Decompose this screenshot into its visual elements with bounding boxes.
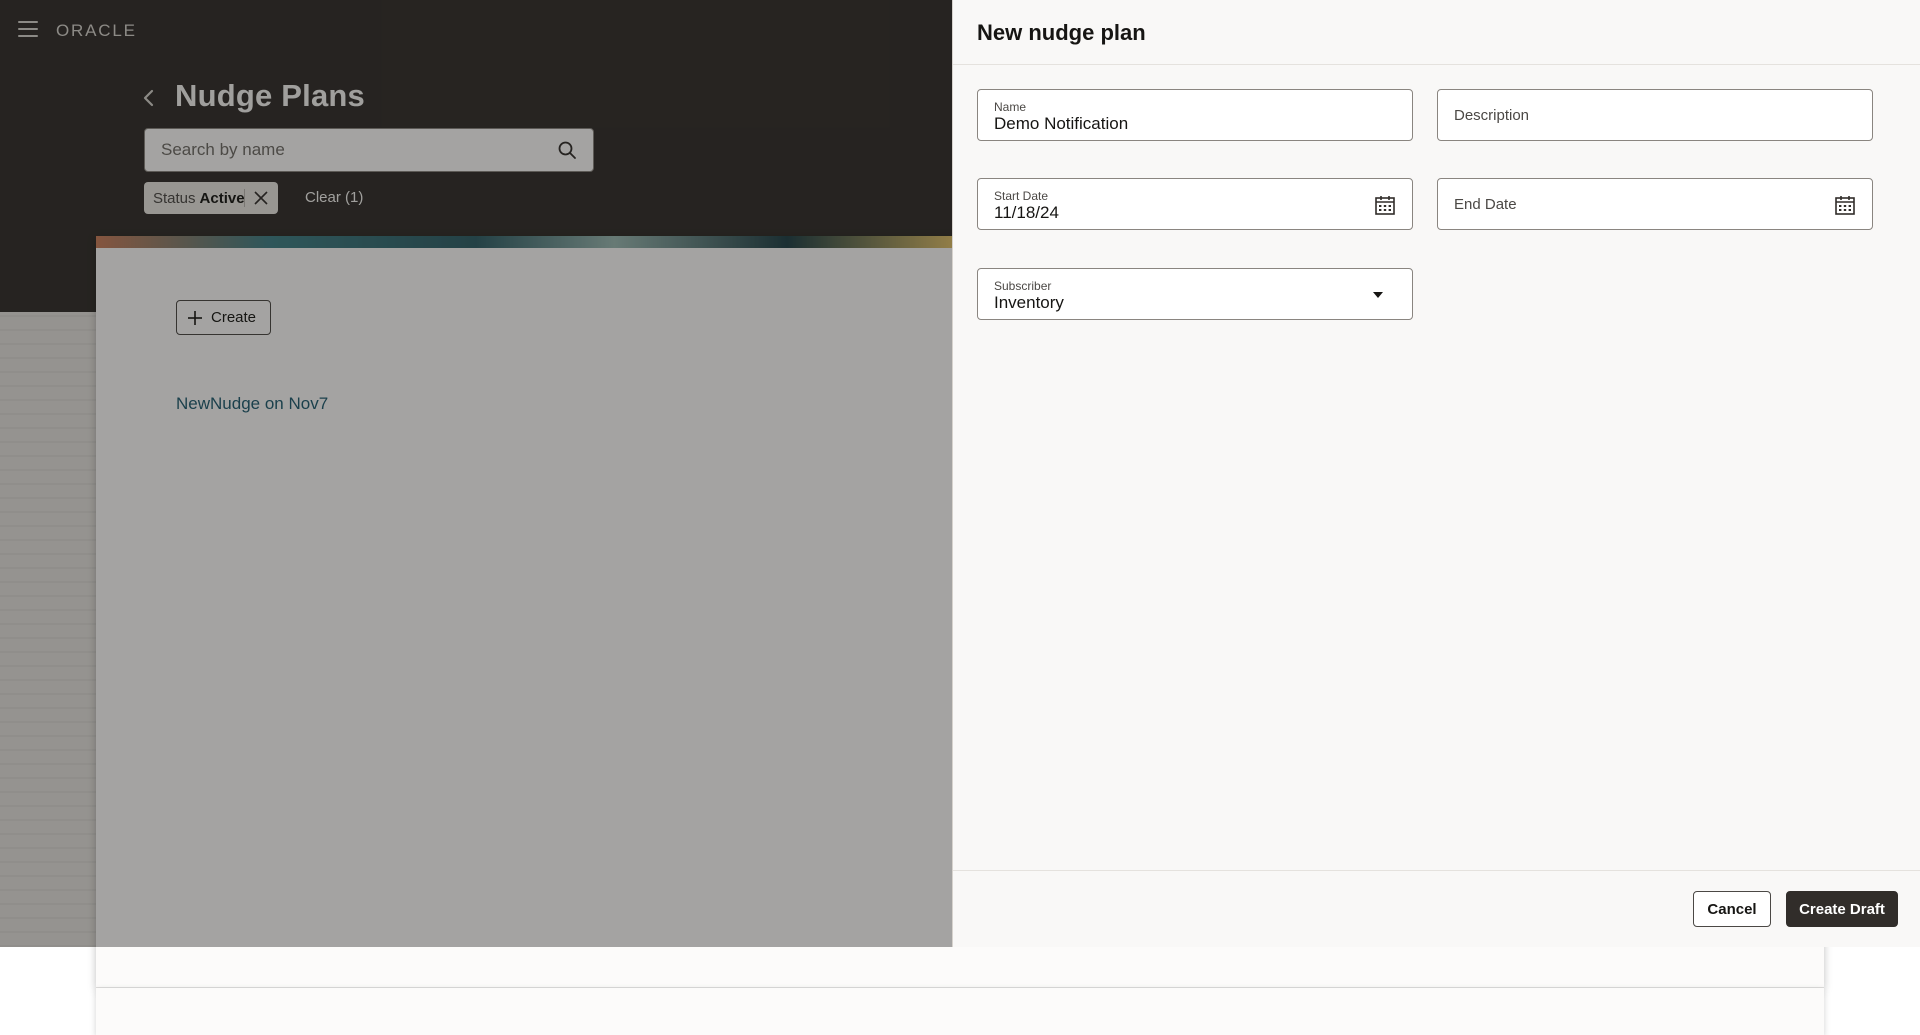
start-date-field[interactable]: Start Date 11/18/24 [977, 178, 1413, 230]
new-nudge-plan-drawer: New nudge plan Name Demo Notification De… [952, 0, 1920, 947]
end-date-field[interactable]: End Date [1437, 178, 1873, 230]
end-date-field-label: End Date [1454, 196, 1517, 213]
name-field[interactable]: Name Demo Notification [977, 89, 1413, 141]
calendar-icon[interactable] [1834, 194, 1856, 216]
cancel-button[interactable]: Cancel [1693, 891, 1771, 927]
subscriber-select[interactable]: Subscriber Inventory [977, 268, 1413, 320]
create-draft-button[interactable]: Create Draft [1786, 891, 1898, 927]
caret-down-icon[interactable] [1372, 291, 1384, 299]
start-date-field-value: 11/18/24 [994, 203, 1059, 222]
start-date-field-label: Start Date [994, 189, 1049, 203]
drawer-title: New nudge plan [977, 20, 1146, 45]
description-field[interactable]: Description [1437, 89, 1873, 141]
subscriber-field-label: Subscriber [994, 279, 1052, 293]
content-card-footer [96, 988, 1824, 1035]
calendar-icon[interactable] [1374, 194, 1396, 216]
drawer-header: New nudge plan [953, 0, 1920, 65]
page: ORACLE Nudge Plans Status Active Clear (… [0, 0, 1920, 1035]
drawer-footer: Cancel Create Draft [953, 870, 1920, 947]
description-field-label: Description [1454, 107, 1530, 124]
name-field-value: Demo Notification [994, 114, 1129, 133]
name-field-label: Name [994, 100, 1027, 114]
subscriber-field-value: Inventory [994, 293, 1064, 312]
modal-scrim[interactable] [0, 0, 952, 947]
